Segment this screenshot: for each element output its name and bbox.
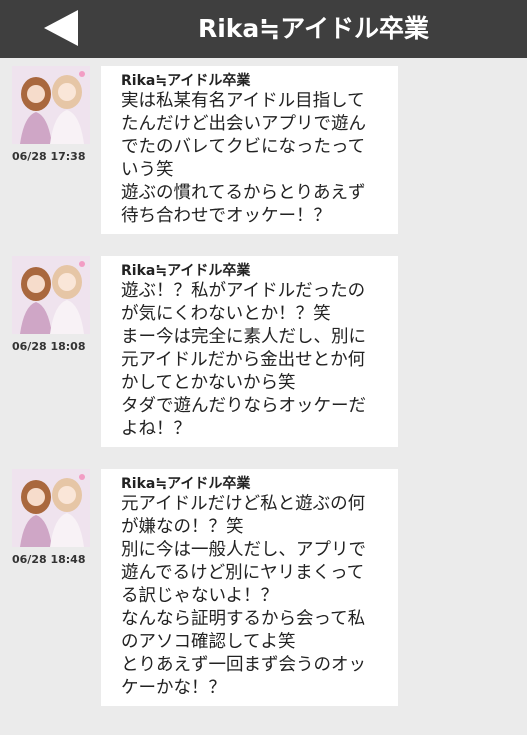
message-line: たんだけど出会いアプリで遊ん bbox=[121, 114, 366, 134]
message-line: 待ち合わせでオッケー！？ bbox=[121, 206, 331, 226]
message-line: かしてとかないから笑 bbox=[121, 373, 296, 393]
message-timestamp: 06/28 18:48 bbox=[12, 553, 86, 566]
message-line: とりあえず一回まず会うのオッ bbox=[121, 655, 366, 675]
message-line: のアソコ確認してよ笑 bbox=[121, 632, 296, 652]
message-line: ケーかな！？ bbox=[121, 678, 226, 698]
message-line: でたのバレてクビになったって bbox=[121, 137, 366, 157]
message-bubble: Rika≒アイドル卒業 実は私某有名アイドル目指して たんだけど出会いアプリで遊… bbox=[101, 66, 398, 234]
chat-title: Rika≒アイドル卒業 bbox=[197, 14, 429, 43]
app-header: Rika≒アイドル卒業 bbox=[0, 0, 527, 58]
message-line: が気にくわないとか！？笑 bbox=[121, 304, 331, 324]
sender-name: Rika≒アイドル卒業 bbox=[121, 263, 251, 279]
avatar[interactable] bbox=[12, 469, 90, 547]
message-line: まー今は完全に素人だし、別に bbox=[121, 327, 366, 347]
message-timestamp: 06/28 18:08 bbox=[12, 340, 86, 353]
sender-name: Rika≒アイドル卒業 bbox=[121, 476, 251, 492]
message-line: 遊ぶの慣れてるからとりあえず bbox=[121, 183, 366, 203]
message-timestamp: 06/28 17:38 bbox=[12, 150, 86, 163]
message-line: なんなら証明するから会って私 bbox=[121, 609, 366, 629]
message-line: 元アイドルだから金出せとか何 bbox=[121, 350, 366, 370]
message-line: 実は私某有名アイドル目指して bbox=[121, 91, 365, 111]
message-line: 遊んでるけど別にヤリまくって bbox=[121, 563, 365, 583]
message-line: よね！？ bbox=[121, 419, 191, 439]
sender-name: Rika≒アイドル卒業 bbox=[121, 73, 251, 89]
avatar[interactable] bbox=[12, 256, 90, 334]
message-bubble: Rika≒アイドル卒業 遊ぶ！？私がアイドルだったの が気にくわないとか！？笑 … bbox=[101, 256, 398, 447]
message-bubble: Rika≒アイドル卒業 元アイドルだけど私と遊ぶの何 が嫌なの！？笑 別に今は一… bbox=[101, 469, 398, 706]
message-line: が嫌なの！？笑 bbox=[121, 517, 244, 537]
message-line: 遊ぶ！？私がアイドルだったの bbox=[121, 281, 366, 301]
back-arrow-icon[interactable] bbox=[42, 8, 82, 48]
message-line: いう笑 bbox=[121, 160, 174, 180]
message-line: る訳じゃないよ！？ bbox=[121, 586, 279, 606]
avatar[interactable] bbox=[12, 66, 90, 144]
message-line: 元アイドルだけど私と遊ぶの何 bbox=[121, 494, 366, 514]
message-line: 別に今は一般人だし、アプリで bbox=[121, 540, 366, 560]
message-line: タダで遊んだりならオッケーだ bbox=[121, 396, 366, 416]
